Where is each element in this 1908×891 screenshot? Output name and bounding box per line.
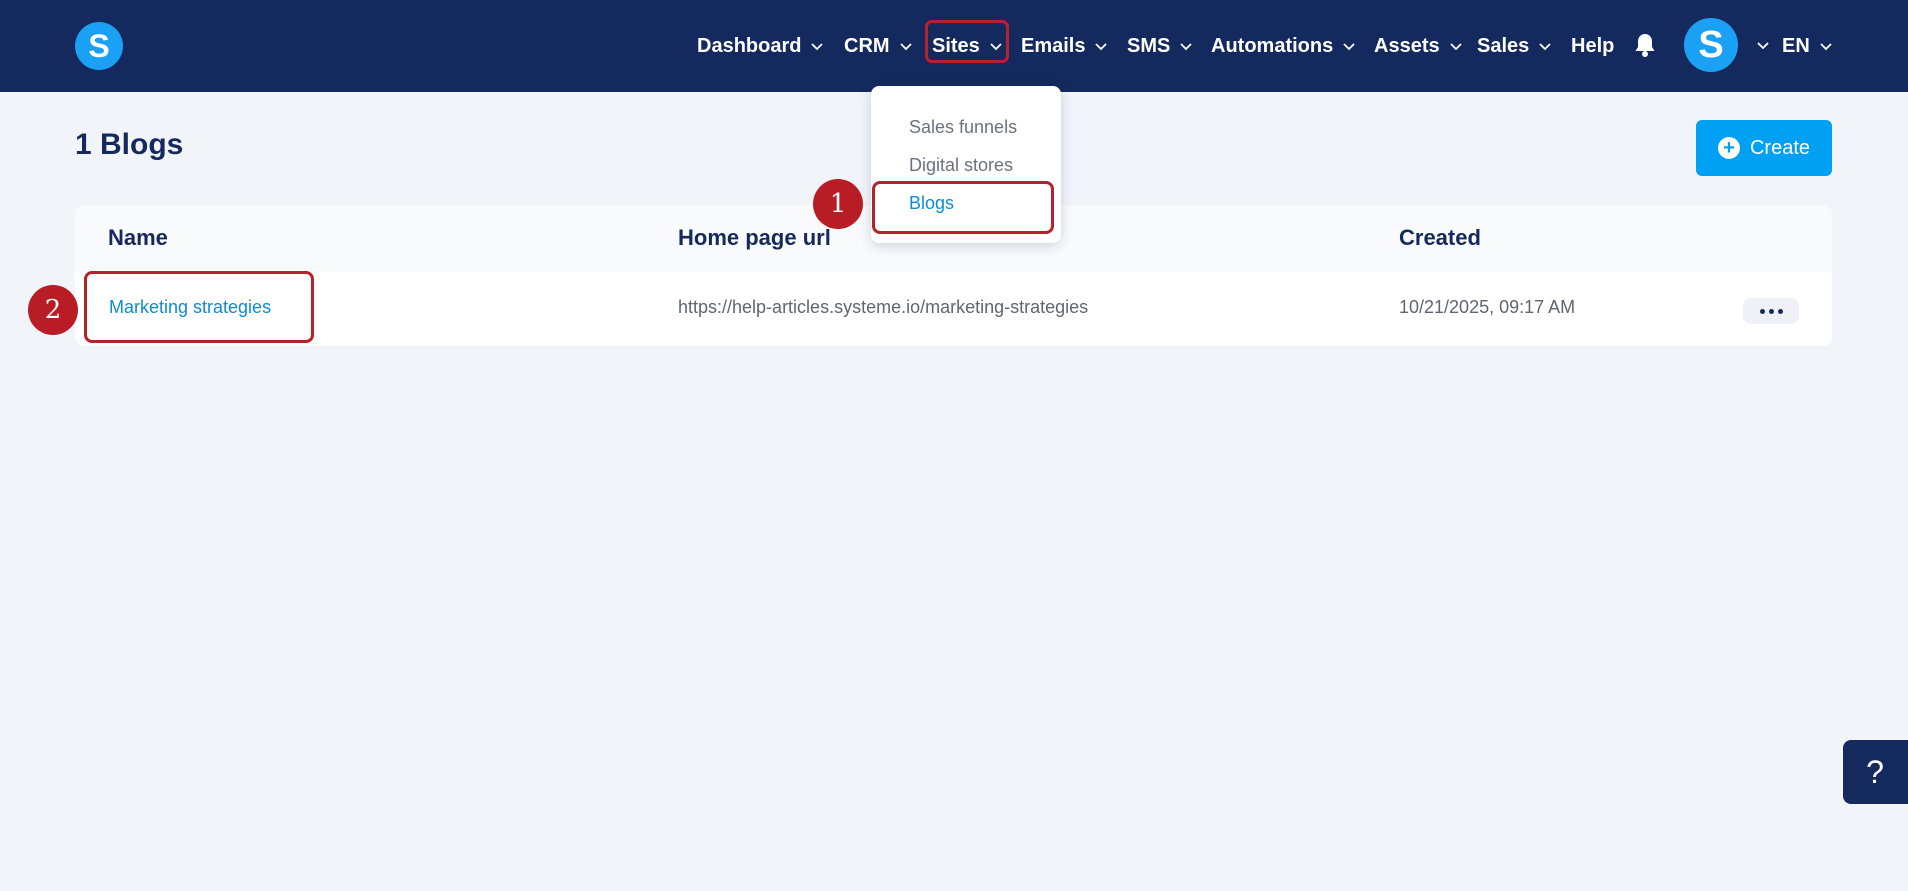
nav-sales[interactable]: Sales [1477,0,1552,92]
column-header-created[interactable]: Created [1399,225,1481,251]
top-navigation-bar: S Dashboard CRM Sites Emails SMS Automat… [0,0,1908,92]
sites-dropdown-menu: Sales funnels Digital stores Blogs [871,86,1061,243]
page-title: 1 Blogs [75,128,184,161]
nav-emails-label: Emails [1021,34,1086,57]
chevron-down-icon [1179,39,1193,53]
chevron-down-icon [810,39,824,53]
step-badge-2: 2 [28,285,78,335]
help-button[interactable]: ? [1843,740,1908,804]
nav-sites[interactable]: Sites [932,0,1003,92]
menu-item-digital-stores[interactable]: Digital stores [909,155,1013,176]
more-dots-icon [1777,308,1783,314]
create-button-label: Create [1749,136,1811,159]
nav-help-label: Help [1571,34,1615,57]
bell-icon[interactable] [1633,32,1657,58]
chevron-down-icon [1094,39,1108,53]
chevron-down-icon [1538,39,1552,53]
nav-dashboard-label: Dashboard [697,34,802,57]
nav-dashboard[interactable]: Dashboard [697,0,824,92]
more-dots-icon [1759,308,1765,314]
plus-circle-icon: + [1717,137,1740,159]
menu-item-sales-funnels[interactable]: Sales funnels [909,117,1017,138]
chevron-down-icon [899,39,913,53]
blog-created-date: 10/21/2025, 09:17 AM [1399,297,1576,317]
chevron-down-icon[interactable] [1756,38,1770,52]
nav-help[interactable]: Help [1571,0,1614,92]
step-badge-1: 1 [813,179,863,229]
menu-item-blogs[interactable]: Blogs [909,193,954,214]
nav-assets[interactable]: Assets [1374,0,1463,92]
nav-automations[interactable]: Automations [1211,0,1356,92]
nav-emails[interactable]: Emails [1021,0,1108,92]
language-label: EN [1782,34,1810,57]
language-selector[interactable]: EN [1782,0,1833,92]
chevron-down-icon [1819,39,1833,53]
avatar[interactable]: S [1684,18,1738,72]
blog-name-link[interactable]: Marketing strategies [109,297,271,318]
column-header-name[interactable]: Name [108,225,168,251]
column-header-home-page-url: Home page url [678,225,831,250]
nav-sms-label: SMS [1127,34,1171,57]
nav-automations-label: Automations [1211,34,1334,57]
create-button[interactable]: + Create [1696,120,1832,176]
nav-sales-label: Sales [1477,34,1530,57]
nav-crm[interactable]: CRM [844,0,913,92]
chevron-down-icon [1449,39,1463,53]
systeme-logo[interactable]: S [75,22,123,70]
nav-sites-label: Sites [932,34,980,57]
more-dots-icon [1768,308,1774,314]
nav-crm-label: CRM [844,34,890,57]
nav-sms[interactable]: SMS [1127,0,1193,92]
chevron-down-icon [1342,39,1356,53]
nav-assets-label: Assets [1374,34,1440,57]
blog-home-page-url: https://help-articles.systeme.io/marketi… [678,297,1089,317]
row-actions-button[interactable] [1743,298,1799,324]
table-row: Marketing strategies https://help-articl… [75,272,1832,346]
chevron-down-icon [989,39,1003,53]
